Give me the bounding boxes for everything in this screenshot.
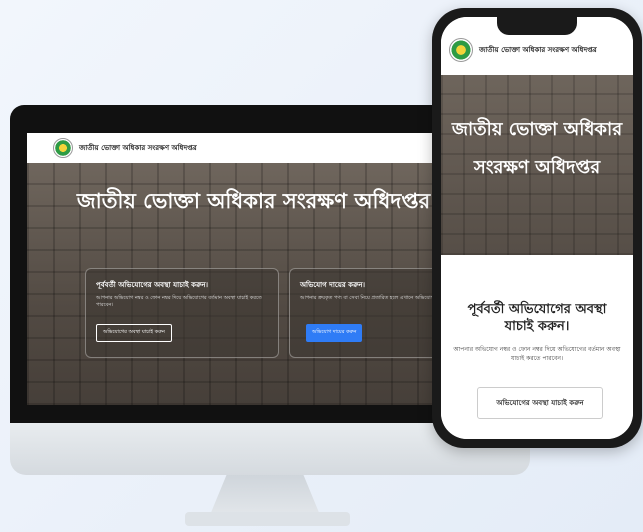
mobile-check-status-button[interactable]: অভিযোগের অবস্থা যাচাই করুন <box>477 387 603 419</box>
mobile-hero: জাতীয় ভোক্তা অধিকার সংরক্ষণ অধিদপ্তর <box>441 75 633 255</box>
desktop-screen: জাতীয় ভোক্তা অধিকার সংরক্ষণ অধিদপ্তর জা… <box>27 133 480 405</box>
site-title[interactable]: জাতীয় ভোক্তা অধিকার সংরক্ষণ অধিদপ্তর <box>79 142 197 154</box>
hero-title: জাতীয় ভোক্তা অধিকার সংরক্ষণ অধিদপ্তর <box>76 189 431 213</box>
phone-screen: জাতীয় ভোক্তা অধিকার সংরক্ষণ অধিদপ্তর জা… <box>441 17 633 439</box>
status-check-title: পূর্ববর্তী অভিযোগের অবস্থা যাচাই করুন। <box>96 281 209 289</box>
desktop-monitor: জাতীয় ভোক্তা অধিকার সংরক্ষণ অধিদপ্তর জা… <box>10 105 480 423</box>
monitor-stand <box>210 475 320 515</box>
check-status-button[interactable]: অভিযোগের অবস্থা যাচাই করুন <box>96 324 172 342</box>
hero-section: জাতীয় ভোক্তা অধিকার সংরক্ষণ অধিদপ্তর পূ… <box>27 163 480 405</box>
monitor-stand-base <box>185 512 350 526</box>
file-complaint-title: অভিযোগ দায়ের করুন। <box>300 281 366 289</box>
mobile-hero-title: জাতীয় ভোক্তা অধিকার সংরক্ষণ অধিদপ্তর <box>451 119 623 178</box>
mobile-status-section: পূর্ববর্তী অভিযোগের অবস্থা যাচাই করুন। আ… <box>441 255 633 439</box>
mobile-status-title: পূর্ববর্তী অভিযোগের অবস্থা যাচাই করুন। <box>467 302 607 334</box>
site-logo-icon[interactable] <box>53 138 73 158</box>
phone-device: জাতীয় ভোক্তা অধিকার সংরক্ষণ অধিদপ্তর জা… <box>432 8 642 448</box>
desktop-header: জাতীয় ভোক্তা অধিকার সংরক্ষণ অধিদপ্তর <box>27 133 480 163</box>
status-check-card: পূর্ববর্তী অভিযোগের অবস্থা যাচাই করুন। আ… <box>85 268 279 358</box>
mobile-site-logo-icon[interactable] <box>449 38 473 62</box>
phone-notch <box>497 17 577 35</box>
mobile-site-title[interactable]: জাতীয় ভোক্তা অধিকার সংরক্ষণ অধিদপ্তর <box>479 44 597 56</box>
file-complaint-button[interactable]: অভিযোগ দায়ের করুন <box>306 324 363 342</box>
mobile-status-text: আপনার অভিযোগ নম্বর ও ফোন নম্বর দিয়ে অভি… <box>453 346 621 362</box>
status-check-text: আপনার অভিযোগ নম্বর ও ফোন নম্বর দিয়ে অভি… <box>96 295 262 308</box>
